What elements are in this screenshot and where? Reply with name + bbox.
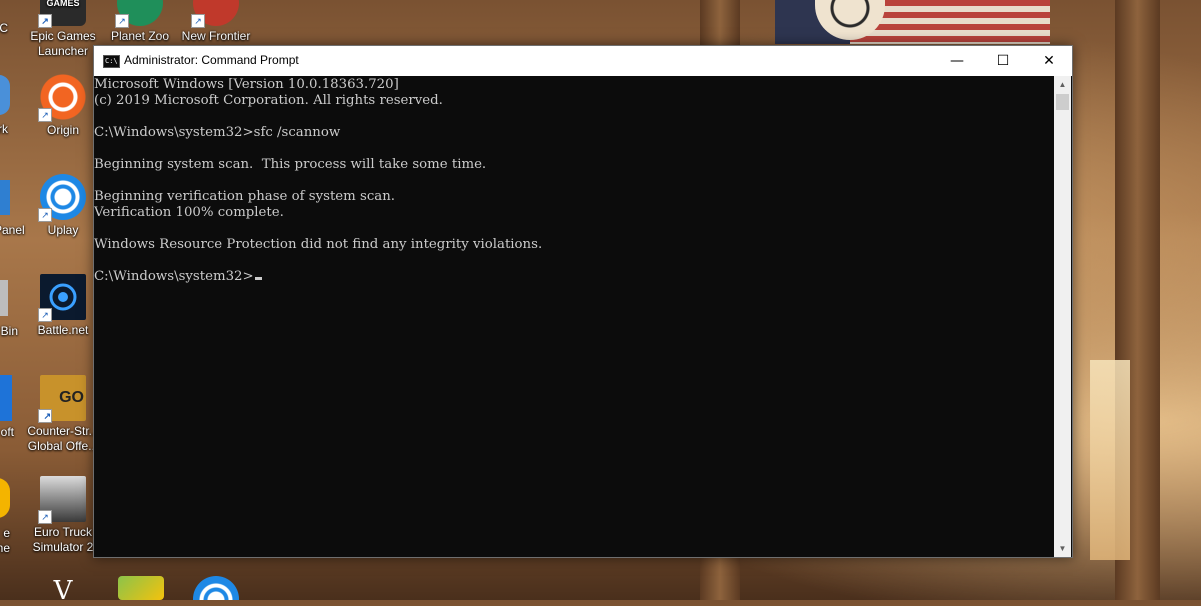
partial-icon[interactable]	[0, 280, 8, 316]
desktop-icon-origin[interactable]: ↗ Origin	[27, 74, 99, 138]
shortcut-arrow-icon: ↗	[38, 510, 52, 524]
cmd-icon: C:\	[103, 55, 120, 68]
desktop-partial-label[interactable]: Bin	[0, 324, 18, 339]
desktop-partial-label[interactable]: C	[0, 21, 8, 36]
desktop-partial-label[interactable]: e ne	[0, 526, 10, 556]
gta-icon[interactable]: V	[40, 576, 86, 606]
desktop-icon-label: Planet Zoo	[110, 29, 170, 43]
vertical-scrollbar[interactable]: ▲ ▼	[1054, 76, 1071, 557]
desktop-icon-planet-zoo[interactable]: ↗ Planet Zoo	[104, 0, 176, 44]
desktop-icon-label: Origin	[46, 123, 79, 137]
wallpaper-window-light	[1090, 360, 1130, 560]
console-prompt-line[interactable]: C:\Windows\system32>	[94, 269, 262, 285]
desktop-partial-label[interactable]: Panel	[0, 223, 25, 238]
desktop-icon-label: Euro Truck Simulator 2	[32, 525, 94, 554]
title-bar[interactable]: C:\ Administrator: Command Prompt — ☐ ✕	[94, 46, 1072, 76]
planet-zoo-icon: ↗	[115, 0, 163, 28]
desktop-icon-csgo[interactable]: GO ↗ Counter-Str... Global Offe...	[27, 375, 99, 454]
scroll-thumb[interactable]	[1056, 94, 1069, 110]
uplay-icon: ↗	[38, 174, 86, 222]
console-output[interactable]: Microsoft Windows [Version 10.0.18363.72…	[94, 76, 1054, 557]
shortcut-arrow-icon: ↗	[38, 208, 52, 222]
desktop-icon-uplay[interactable]: ↗ Uplay	[27, 174, 99, 238]
window-title: Administrator: Command Prompt	[124, 53, 299, 67]
desktop-icon-label: New Frontier	[181, 29, 251, 43]
desktop-icon-label: Epic Games Launcher	[30, 29, 96, 58]
shortcut-arrow-icon: ↗	[38, 108, 52, 122]
console-line: Beginning verification phase of system s…	[94, 189, 395, 204]
partial-icon[interactable]	[0, 180, 10, 215]
desktop-partial-label[interactable]: oft	[0, 425, 14, 440]
desktop-partial-label[interactable]: rk	[0, 122, 8, 137]
uplay-icon[interactable]	[193, 576, 239, 600]
console-line: Verification 100% complete.	[94, 205, 284, 220]
euro-truck-icon: ↗	[38, 476, 86, 524]
new-frontier-icon: ↗	[191, 0, 239, 28]
console-line: (c) 2019 Microsoft Corporation. All righ…	[94, 93, 443, 108]
csgo-badge: GO	[59, 389, 84, 406]
desktop-icon-label: Battle.net	[37, 323, 89, 337]
console-line: C:\Windows\system32>sfc /scannow	[94, 125, 341, 140]
desktop-icon-euro-truck[interactable]: ↗ Euro Truck Simulator 2	[27, 476, 99, 555]
text-cursor	[254, 277, 262, 280]
console-line: Beginning system scan. This process will…	[94, 157, 487, 172]
maximize-button[interactable]: ☐	[980, 46, 1026, 76]
console-line: Microsoft Windows [Version 10.0.18363.72…	[94, 77, 399, 92]
epic-games-icon: GAMES ↗	[38, 0, 86, 28]
close-button[interactable]: ✕	[1026, 46, 1072, 76]
partial-icon[interactable]	[0, 75, 10, 115]
desktop-icon-new-frontier[interactable]: ↗ New Frontier	[180, 0, 252, 44]
desktop-icon-label: Uplay	[47, 223, 79, 237]
shortcut-arrow-icon: ↗	[38, 14, 52, 28]
bluestacks-icon[interactable]	[118, 576, 164, 600]
scroll-down-arrow-icon[interactable]: ▼	[1054, 540, 1071, 557]
epic-games-badge: GAMES	[46, 0, 80, 8]
desktop-icon-epic-games[interactable]: GAMES ↗ Epic Games Launcher	[27, 0, 99, 59]
scroll-up-arrow-icon[interactable]: ▲	[1054, 76, 1071, 93]
origin-icon: ↗	[38, 74, 86, 122]
shortcut-arrow-icon: ↗	[191, 14, 205, 28]
partial-icon[interactable]	[0, 478, 10, 518]
desktop-icon-label: Counter-Str... Global Offe...	[27, 424, 99, 453]
shortcut-arrow-icon: ↗	[115, 14, 129, 28]
minimize-button[interactable]: —	[934, 46, 980, 76]
csgo-icon: GO ↗	[38, 375, 86, 423]
desktop-icon-battlenet[interactable]: ↗ Battle.net	[27, 274, 99, 338]
console-line: Windows Resource Protection did not find…	[94, 237, 543, 252]
command-prompt-window[interactable]: C:\ Administrator: Command Prompt — ☐ ✕ …	[93, 45, 1073, 558]
console-prompt: C:\Windows\system32>	[94, 269, 254, 284]
shortcut-arrow-icon: ↗	[38, 409, 52, 423]
shortcut-arrow-icon: ↗	[38, 308, 52, 322]
battlenet-icon: ↗	[38, 274, 86, 322]
partial-icon[interactable]	[0, 375, 12, 421]
